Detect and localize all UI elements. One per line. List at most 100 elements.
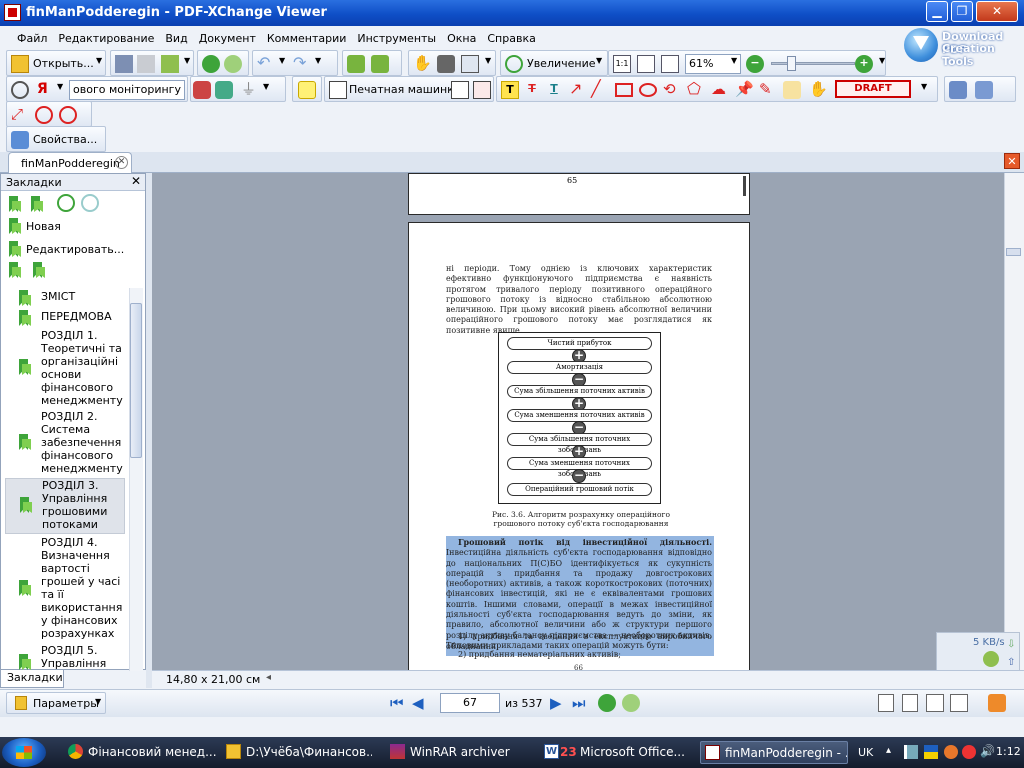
close-document-button[interactable]: ✕ — [1004, 153, 1020, 169]
chevron-down-icon[interactable]: ▼ — [731, 56, 737, 65]
open-button[interactable]: Открыть... — [33, 57, 94, 70]
document-tab[interactable]: finManPodderegin ✕ — [8, 152, 132, 173]
continuous-icon[interactable] — [902, 694, 918, 712]
menu-file[interactable]: Файл — [14, 32, 55, 45]
first-page-icon[interactable]: ⏮ — [390, 694, 408, 712]
eraser-icon[interactable] — [783, 81, 801, 99]
bookmarks-tab[interactable]: Закладки — [0, 670, 64, 688]
callout-icon[interactable] — [473, 81, 491, 99]
menu-tools[interactable]: Инструменты — [354, 32, 444, 45]
back-icon[interactable] — [202, 55, 220, 73]
arrow-icon[interactable]: ↗ — [569, 81, 587, 99]
signal-icon[interactable] — [904, 745, 918, 759]
layout-options-icon[interactable] — [988, 694, 1006, 712]
expand-all-icon[interactable] — [7, 196, 22, 212]
zoom-out-icon[interactable]: − — [746, 55, 764, 73]
taskbar-item[interactable]: W 23 Microsoft Office... — [540, 741, 690, 764]
language-indicator[interactable]: UK — [858, 746, 873, 759]
link-settings-icon[interactable] — [35, 106, 53, 124]
bookmarks-scroll-thumb[interactable] — [130, 303, 142, 458]
zoom-slider-track[interactable] — [771, 62, 855, 65]
volume-icon[interactable]: 🔊 — [980, 744, 995, 758]
tray-arrow-icon[interactable]: ▴ — [886, 745, 891, 756]
chevron-down-icon[interactable]: ▼ — [184, 56, 190, 65]
taskbar-item[interactable]: WinRAR archiver — [386, 741, 530, 764]
chevron-down-icon[interactable]: ▼ — [485, 56, 491, 65]
page-number-input[interactable]: 67 — [440, 693, 500, 713]
menu-comments[interactable]: Комментарии — [264, 32, 355, 45]
zoom-in-plus-icon[interactable]: + — [855, 55, 873, 73]
line-icon[interactable]: ╱ — [591, 81, 609, 99]
chevron-down-icon[interactable]: ▼ — [921, 82, 927, 91]
menu-help[interactable]: Справка — [484, 32, 543, 45]
facing-icon[interactable] — [926, 694, 944, 712]
menu-document[interactable]: Документ — [196, 32, 264, 45]
stamp-draft[interactable]: DRAFT — [835, 80, 911, 98]
rectangle-icon[interactable] — [615, 83, 633, 97]
download-pdf-tools-button[interactable]: Download PDF Creation Tools — [902, 26, 1024, 70]
last-page-icon[interactable]: ⏭ — [572, 694, 590, 712]
chevron-down-icon[interactable]: ▼ — [96, 56, 102, 65]
typewriter-icon[interactable] — [329, 81, 347, 99]
zoom-slider-handle[interactable] — [787, 56, 796, 71]
rotate-left-icon[interactable] — [347, 55, 365, 73]
new-bookmark-button[interactable]: Новая — [5, 216, 125, 236]
no-link-icon[interactable] — [59, 106, 77, 124]
undo-icon[interactable]: ↶ — [257, 55, 275, 73]
bookmark-item[interactable]: РОЗДІЛ 1. Теоретичні та організаційні ос… — [5, 329, 125, 409]
underline-icon[interactable]: T — [545, 81, 563, 99]
sticky-note-icon[interactable] — [298, 81, 316, 99]
minimize-button[interactable]: ▁ — [926, 1, 948, 22]
collapse-icon[interactable]: ◂ — [266, 672, 271, 683]
pencil-icon[interactable]: ✎ — [759, 81, 777, 99]
taskbar-item[interactable]: D:\Учёба\Финансов... — [222, 741, 372, 764]
zoom-in-icon[interactable] — [57, 194, 75, 212]
strikeout-icon[interactable]: T — [523, 81, 541, 99]
find-prev-icon[interactable] — [193, 81, 211, 99]
filter-icon[interactable]: ⏚ — [241, 81, 259, 99]
chevron-down-icon[interactable]: ▼ — [315, 56, 321, 65]
clock[interactable]: 1:12 — [996, 745, 1021, 758]
bookmark-item[interactable]: ЗМІСТ — [5, 290, 125, 308]
close-button[interactable]: ✕ — [976, 1, 1018, 22]
zoom-out-icon[interactable] — [81, 194, 99, 212]
bookmark-options-icon[interactable] — [31, 262, 46, 278]
forward-icon[interactable] — [224, 55, 242, 73]
search-input[interactable]: ового моніторингу — [69, 80, 185, 100]
history-back-icon[interactable] — [598, 694, 616, 712]
bookmark-item-selected[interactable]: РОЗДІЛ 3. Управління грошовими потоками — [5, 478, 125, 534]
bookmark-item[interactable]: ПЕРЕДМОВА — [5, 310, 125, 328]
highlight-text-icon[interactable]: T — [501, 81, 519, 99]
document-scroll-thumb[interactable] — [1006, 248, 1021, 256]
antivirus-icon[interactable] — [962, 745, 976, 759]
prev-page-icon[interactable]: ◀ — [412, 694, 430, 712]
close-tab-icon[interactable]: ✕ — [115, 156, 128, 169]
fit-width-icon[interactable] — [661, 55, 679, 73]
chevron-down-icon[interactable]: ▼ — [279, 56, 285, 65]
stamp-tool-icon[interactable]: ✋ — [809, 81, 828, 99]
options-button[interactable]: Параметры ▼ — [6, 692, 106, 714]
flag-ua-icon[interactable] — [924, 745, 938, 759]
hand-icon[interactable]: ✋ — [413, 55, 432, 73]
snapshot-icon[interactable] — [437, 55, 455, 73]
measure-icon[interactable] — [949, 81, 967, 99]
delete-bookmark-icon[interactable] — [7, 262, 22, 278]
yandex-icon[interactable]: Я — [37, 81, 55, 99]
chevron-down-icon[interactable]: ▼ — [263, 82, 269, 91]
bookmark-item[interactable]: РОЗДІЛ 5. Управління — [5, 644, 125, 670]
close-panel-icon[interactable]: ✕ — [131, 174, 141, 188]
polyline-icon[interactable]: ⟲ — [663, 81, 681, 99]
fit-page-icon[interactable] — [637, 55, 655, 73]
edit-bookmark-button[interactable]: Редактировать... — [5, 239, 129, 259]
chevron-down-icon[interactable]: ▼ — [57, 82, 63, 91]
cloud-icon[interactable]: ☁ — [711, 81, 729, 99]
maximize-button[interactable]: ❐ — [951, 1, 973, 22]
actual-size-icon[interactable]: 1:1 — [613, 55, 631, 73]
menu-view[interactable]: Вид — [162, 32, 195, 45]
pin-icon[interactable]: 📌 — [735, 81, 754, 99]
bookmark-item[interactable]: РОЗДІЛ 2. Система забезпечення фінансово… — [5, 410, 125, 478]
bookmark-item[interactable]: РОЗДІЛ 4. Визначення вартості грошей у ч… — [5, 536, 125, 642]
polygon-icon[interactable]: ⬠ — [687, 81, 705, 99]
collapse-all-icon[interactable] — [29, 196, 44, 212]
menu-edit[interactable]: Редактирование — [55, 32, 162, 45]
